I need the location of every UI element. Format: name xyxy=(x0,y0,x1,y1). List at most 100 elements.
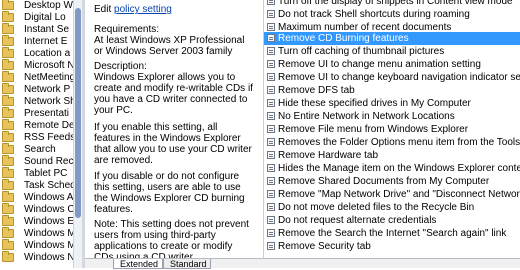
folder-icon xyxy=(2,35,14,46)
setting-row[interactable]: Remove UI to change keyboard navigation … xyxy=(264,71,520,84)
edit-policy-link[interactable]: policy setting xyxy=(114,4,172,15)
policy-setting-icon xyxy=(267,60,275,68)
tree-item[interactable]: Desktop Wi xyxy=(0,0,82,12)
tree-item[interactable]: Remote De xyxy=(0,119,82,132)
folder-icon xyxy=(2,71,14,82)
policy-tree-pane: Desktop Wi Digital Lo Instant Se Interne… xyxy=(0,0,82,268)
policy-setting-icon xyxy=(267,151,275,159)
policy-setting-icon xyxy=(267,47,275,55)
setting-label: Remove CD Burning features xyxy=(278,33,409,44)
edit-prefix: Edit xyxy=(94,4,112,15)
tree-item[interactable]: Presentati xyxy=(0,107,82,120)
tree-item[interactable]: Search xyxy=(0,143,82,156)
folder-icon xyxy=(2,179,14,190)
setting-label: No Entire Network in Network Locations xyxy=(278,111,455,122)
tree-item-label: Microsoft N xyxy=(24,60,75,71)
tree-scrollbar[interactable] xyxy=(73,0,82,268)
setting-row[interactable]: Do not track Shell shortcuts during roam… xyxy=(264,8,520,21)
tree-item[interactable]: Tablet PC xyxy=(0,167,82,180)
description-pane: Edit policy setting Requirements: At lea… xyxy=(85,0,256,258)
tree-item[interactable]: Location a xyxy=(0,47,82,60)
tree-item[interactable]: Digital Lo xyxy=(0,11,82,24)
folder-icon xyxy=(2,203,14,214)
folder-icon xyxy=(2,167,14,178)
setting-row[interactable]: Remove the Search the Internet "Search a… xyxy=(264,227,520,240)
tree-item-label: Windows N xyxy=(24,252,75,263)
tree-item[interactable]: RSS Feeds xyxy=(0,131,82,144)
setting-row[interactable]: Remove UI to change menu animation setti… xyxy=(264,58,520,71)
tree-item[interactable]: Windows A xyxy=(0,191,82,204)
tree-item-label: Windows E xyxy=(24,216,75,227)
requirements-text: Requirements: At least Windows XP Profes… xyxy=(94,24,245,57)
setting-label: Do not track Shell shortcuts during roam… xyxy=(278,9,470,20)
tree-item-label: Network P xyxy=(24,84,71,95)
tree-scrollbar-thumb[interactable] xyxy=(75,8,81,218)
tree-item[interactable]: Windows M xyxy=(0,227,82,240)
folder-icon xyxy=(2,0,14,10)
setting-row[interactable]: Remove Hardware tab xyxy=(264,149,520,162)
setting-row[interactable]: Removes the Folder Options menu item fro… xyxy=(264,136,520,149)
tree-item[interactable]: Windows E xyxy=(0,215,82,228)
setting-label: Removes the Folder Options menu item fro… xyxy=(278,137,520,148)
tree-item[interactable]: Windows N xyxy=(0,251,82,264)
tree-item[interactable]: Sound Rec xyxy=(0,155,82,168)
policy-setting-icon xyxy=(267,203,275,211)
tree-item-label: Instant Se xyxy=(24,24,70,35)
tree-item-label: Remote De xyxy=(24,120,75,131)
folder-icon xyxy=(2,143,14,154)
folder-icon xyxy=(2,239,14,250)
setting-row[interactable]: Remove Security tab xyxy=(264,240,520,253)
folder-icon xyxy=(2,155,14,166)
folder-icon xyxy=(2,131,14,142)
setting-row[interactable]: No Entire Network in Network Locations xyxy=(264,110,520,123)
tree-item-label: Search xyxy=(24,144,56,155)
enable-text: If you enable this setting, all features… xyxy=(94,122,252,166)
setting-label: Remove DFS tab xyxy=(278,85,355,96)
tree-item-label: Presentati xyxy=(24,108,70,119)
tree-item-label: Task Sched xyxy=(24,180,76,191)
setting-row[interactable]: Hide these specified drives in My Comput… xyxy=(264,97,520,110)
tree-item-label: Sound Rec xyxy=(24,156,74,167)
policy-setting-icon xyxy=(267,164,275,172)
setting-label: Hides the Manage item on the Windows Exp… xyxy=(278,163,520,174)
folder-icon xyxy=(2,83,14,94)
setting-label: Remove Security tab xyxy=(278,241,371,252)
folder-icon xyxy=(2,23,14,34)
tree-item[interactable]: Network P xyxy=(0,83,82,96)
tree-item-label: Windows C xyxy=(24,204,75,215)
tree-item[interactable]: Windows C xyxy=(0,203,82,216)
tree-item[interactable]: Instant Se xyxy=(0,23,82,36)
tree-item-label: Location a xyxy=(24,48,71,59)
setting-row[interactable]: Remove File menu from Windows Explorer xyxy=(264,123,520,136)
setting-row-selected[interactable]: Remove CD Burning features xyxy=(264,32,520,45)
setting-row[interactable]: Remove Shared Documents from My Computer xyxy=(264,175,520,188)
setting-label: Remove Hardware tab xyxy=(278,150,379,161)
tree-item-label: RSS Feeds xyxy=(24,132,76,143)
setting-row[interactable]: Do not request alternate credentials xyxy=(264,214,520,227)
description-divider xyxy=(256,0,264,268)
tree-item[interactable]: Microsoft N xyxy=(0,59,82,72)
setting-row[interactable]: Remove "Map Network Drive" and "Disconne… xyxy=(264,188,520,201)
setting-row[interactable]: Hides the Manage item on the Windows Exp… xyxy=(264,162,520,175)
setting-row[interactable]: Remove DFS tab xyxy=(264,84,520,97)
tree-item-label: Desktop Wi xyxy=(24,0,76,11)
tree-item-label: Internet E xyxy=(24,36,68,47)
policy-setting-icon xyxy=(267,99,275,107)
policy-setting-icon xyxy=(267,177,275,185)
tree-item[interactable]: Windows M xyxy=(0,239,82,252)
folder-icon xyxy=(2,119,14,130)
folder-icon xyxy=(2,215,14,226)
setting-label: Remove UI to change menu animation setti… xyxy=(278,59,481,70)
setting-label: Turn off caching of thumbnail pictures xyxy=(278,46,445,57)
policy-setting-icon xyxy=(267,0,275,5)
tree-item[interactable]: Task Sched xyxy=(0,179,82,192)
tree-item[interactable]: Internet E xyxy=(0,35,82,48)
setting-row[interactable]: Do not move deleted files to the Recycle… xyxy=(264,201,520,214)
setting-row[interactable]: Turn off caching of thumbnail pictures xyxy=(264,45,520,58)
setting-row[interactable]: Turn off the display of snippets in Cont… xyxy=(264,0,520,8)
settings-list: Turn off the display of snippets in Cont… xyxy=(264,0,520,268)
tree-item[interactable]: Network Sh xyxy=(0,95,82,108)
policy-setting-icon xyxy=(267,190,275,198)
setting-label: Remove the Search the Internet "Search a… xyxy=(278,228,507,239)
tree-item[interactable]: NetMeeting xyxy=(0,71,82,84)
